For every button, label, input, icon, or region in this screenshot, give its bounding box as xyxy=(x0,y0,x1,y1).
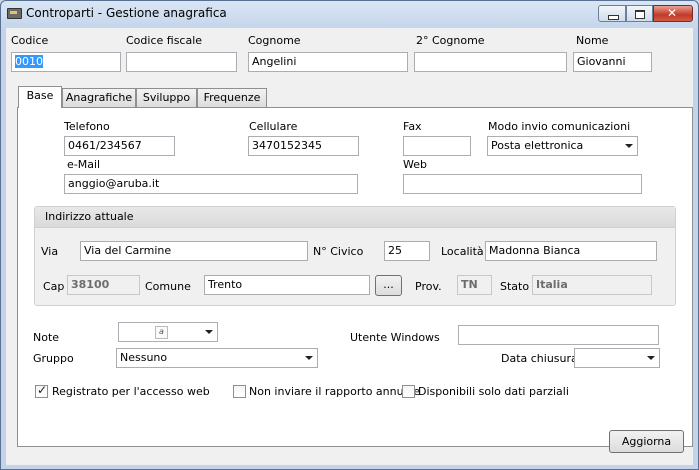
indirizzo-group: Indirizzo attuale Via Via del Carmine N°… xyxy=(34,206,676,306)
stato-field: Italia xyxy=(532,275,652,295)
civico-field[interactable]: 25 xyxy=(384,241,430,261)
fax-field[interactable] xyxy=(403,136,471,156)
note-select[interactable]: a xyxy=(118,322,218,342)
utente-windows-field[interactable] xyxy=(458,325,659,345)
comune-label: Comune xyxy=(145,280,191,293)
telefono-field[interactable]: 0461/234567 xyxy=(64,136,175,156)
gruppo-select[interactable]: Nessuno xyxy=(116,348,318,368)
fax-label: Fax xyxy=(403,120,422,133)
modo-invio-select[interactable]: Posta elettronica xyxy=(487,136,638,156)
chevron-down-icon xyxy=(625,144,633,148)
dati-parziali-label[interactable]: Disponibili solo dati parziali xyxy=(418,385,569,398)
data-chiusura-label: Data chiusura xyxy=(501,352,578,365)
chevron-down-icon xyxy=(305,356,313,360)
via-label: Via xyxy=(41,245,59,258)
tab-sviluppo[interactable]: Sviluppo xyxy=(136,88,197,107)
stato-label: Stato xyxy=(500,280,530,293)
codice-field[interactable]: 0010 xyxy=(11,52,121,72)
registrato-web-checkbox[interactable]: ✓ xyxy=(35,383,48,398)
data-chiusura-select[interactable] xyxy=(574,348,660,368)
client-area: Codice 0010 Codice fiscale Cognome Angel… xyxy=(6,28,693,465)
cognome-field[interactable]: Angelini xyxy=(248,52,408,72)
cognome-label: Cognome xyxy=(248,34,301,47)
tab-base[interactable]: Base xyxy=(18,86,62,108)
nome-label: Nome xyxy=(576,34,609,47)
minimize-icon xyxy=(608,15,619,20)
utente-windows-label: Utente Windows xyxy=(350,331,440,344)
telefono-label: Telefono xyxy=(64,120,110,133)
app-window: Controparti - Gestione anagrafica ✕ Codi… xyxy=(0,0,699,470)
chevron-down-icon xyxy=(205,330,213,334)
comune-field[interactable]: Trento xyxy=(204,275,370,295)
modo-invio-value: Posta elettronica xyxy=(491,139,584,152)
close-icon: ✕ xyxy=(667,6,678,20)
close-button[interactable]: ✕ xyxy=(653,5,693,22)
minimize-button[interactable] xyxy=(598,5,626,22)
note-icon: a xyxy=(155,326,168,339)
via-field[interactable]: Via del Carmine xyxy=(80,241,308,261)
localita-label: Località xyxy=(441,245,484,258)
indirizzo-title: Indirizzo attuale xyxy=(45,210,134,223)
window-title: Controparti - Gestione anagrafica xyxy=(26,6,227,20)
indirizzo-header: Indirizzo attuale xyxy=(35,207,675,228)
registrato-web-label[interactable]: Registrato per l'accesso web xyxy=(52,385,210,398)
comune-browse-button[interactable]: ... xyxy=(375,275,402,296)
nome-field[interactable]: Giovanni xyxy=(573,52,652,72)
tab-anagrafiche[interactable]: Anagrafiche xyxy=(62,88,136,107)
non-inviare-rapporto-checkbox[interactable] xyxy=(233,385,246,398)
tab-frequenze[interactable]: Frequenze xyxy=(197,88,267,107)
cap-field: 38100 xyxy=(67,275,140,295)
gruppo-label: Gruppo xyxy=(33,352,74,365)
dati-parziali-checkbox[interactable] xyxy=(402,385,415,398)
codice-fiscale-field[interactable] xyxy=(126,52,237,72)
localita-field[interactable]: Madonna Bianca xyxy=(485,241,657,261)
app-icon xyxy=(7,8,22,19)
cap-label: Cap xyxy=(43,280,65,293)
civico-label: N° Civico xyxy=(313,245,364,258)
secondo-cognome-field[interactable] xyxy=(414,52,567,72)
codice-label: Codice xyxy=(11,34,49,47)
title-bar[interactable]: Controparti - Gestione anagrafica ✕ xyxy=(1,1,698,27)
cellulare-label: Cellulare xyxy=(249,120,298,133)
chevron-down-icon xyxy=(647,356,655,360)
aggiorna-button[interactable]: Aggiorna xyxy=(609,430,684,453)
web-field[interactable] xyxy=(403,174,642,194)
tab-panel-base: Telefono 0461/234567 Cellulare 347015234… xyxy=(17,107,693,447)
prov-label: Prov. xyxy=(415,280,442,293)
non-inviare-rapporto-label[interactable]: Non inviare il rapporto annuale xyxy=(249,385,420,398)
maximize-icon xyxy=(635,10,645,19)
note-label: Note xyxy=(33,331,60,344)
maximize-button[interactable] xyxy=(626,5,653,22)
web-label: Web xyxy=(403,158,427,171)
cellulare-field[interactable]: 3470152345 xyxy=(248,136,359,156)
email-label: e-Mail xyxy=(67,158,101,171)
secondo-cognome-label: 2° Cognome xyxy=(416,34,485,47)
checkmark-icon: ✓ xyxy=(37,383,48,397)
email-field[interactable]: anggio@aruba.it xyxy=(64,174,358,194)
modo-invio-label: Modo invio comunicazioni xyxy=(488,120,631,133)
codice-fiscale-label: Codice fiscale xyxy=(126,34,203,47)
gruppo-value: Nessuno xyxy=(120,351,168,364)
prov-field: TN xyxy=(457,275,492,295)
codice-value: 0010 xyxy=(15,55,43,68)
